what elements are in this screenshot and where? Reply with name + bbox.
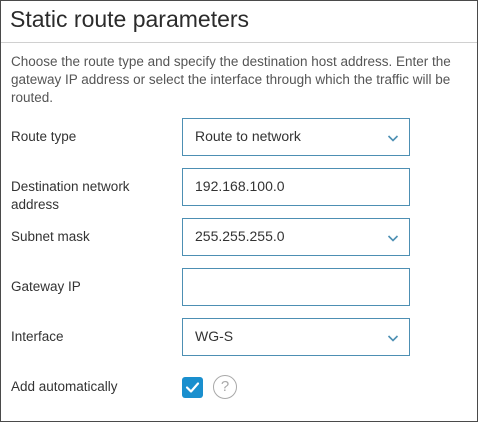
destination-input[interactable]: 192.168.100.0: [182, 168, 410, 206]
title-divider: [1, 42, 477, 43]
gateway-ip-label: Gateway IP: [11, 279, 81, 294]
dialog-description: Choose the route type and specify the de…: [11, 54, 451, 105]
chevron-down-icon: [387, 335, 399, 342]
interface-label: Interface: [11, 329, 64, 344]
destination-label: Destination network address: [11, 179, 130, 212]
checkmark-icon: [185, 382, 200, 393]
interface-value: WG-S: [195, 328, 234, 344]
static-route-dialog: Static route parameters Choose the route…: [0, 0, 478, 422]
add-automatically-checkbox[interactable]: [182, 377, 203, 398]
add-automatically-label: Add automatically: [11, 379, 118, 394]
destination-value: 192.168.100.0: [195, 178, 285, 194]
subnet-mask-value: 255.255.255.0: [195, 228, 285, 244]
dialog-title: Static route parameters: [10, 6, 250, 32]
subnet-mask-label: Subnet mask: [11, 229, 90, 244]
route-type-value: Route to network: [195, 128, 301, 144]
route-type-label: Route type: [11, 129, 77, 144]
route-type-select[interactable]: Route to network: [182, 118, 410, 156]
chevron-down-icon: [387, 235, 399, 242]
interface-select[interactable]: WG-S: [182, 318, 410, 356]
subnet-mask-select[interactable]: 255.255.255.0: [182, 218, 410, 256]
chevron-down-icon: [387, 135, 399, 142]
question-mark-icon[interactable]: ?: [213, 375, 237, 399]
gateway-ip-input[interactable]: [182, 268, 410, 306]
